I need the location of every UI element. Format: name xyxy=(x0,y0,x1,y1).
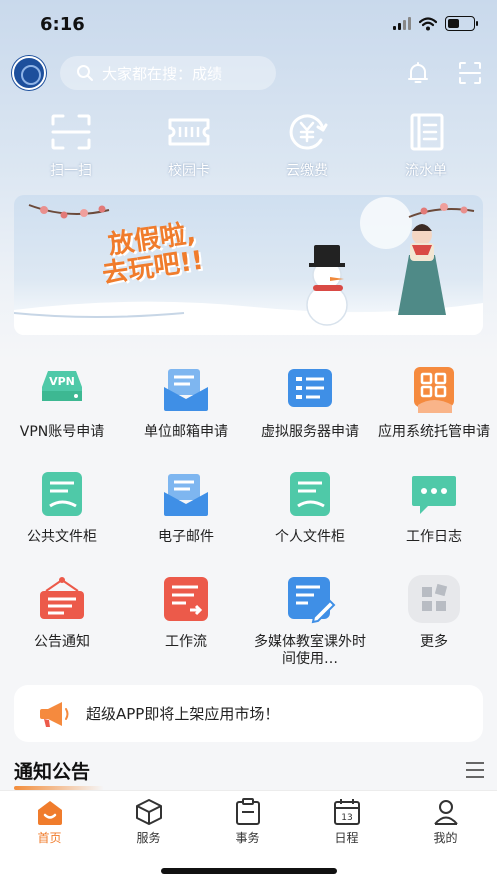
app-personal-files[interactable]: 个人文件柜 xyxy=(248,470,372,546)
scan-icon xyxy=(51,114,91,150)
app-multimedia-room[interactable]: 多媒体教室课外时间使用… xyxy=(248,575,372,668)
status-time: 6:16 xyxy=(40,14,85,35)
service-icon xyxy=(135,799,162,825)
quick-actions: 扫一扫 校园卡 云缴费 流水单 xyxy=(0,112,497,180)
tab-label: 服务 xyxy=(136,831,161,845)
app-label: 公告通知 xyxy=(34,634,90,650)
app-workflow[interactable]: 工作流 xyxy=(124,575,248,651)
work-log-icon xyxy=(412,476,456,514)
quick-item-campus-card[interactable]: 校园卡 xyxy=(139,112,239,180)
public-files-icon xyxy=(42,472,82,516)
quick-label: 校园卡 xyxy=(168,163,210,179)
app-mailbox-apply[interactable]: 单位邮箱申请 xyxy=(124,365,248,441)
virtual-server-icon xyxy=(288,369,332,407)
quick-label: 云缴费 xyxy=(286,163,328,179)
tab-calendar[interactable]: 13 日程 xyxy=(297,797,396,846)
payment-icon xyxy=(289,114,328,150)
tab-label: 事务 xyxy=(235,831,260,845)
search-placeholder: 大家都在搜：成绩 xyxy=(102,64,223,83)
app-label: 更多 xyxy=(420,634,448,650)
banner-illustration xyxy=(14,197,483,335)
app-grid: VPN VPN账号申请 单位邮箱申请 虚拟服务器申请 应用系统托管申请 公共文件… xyxy=(0,360,497,670)
profile-icon xyxy=(433,800,458,825)
mailbox-icon xyxy=(164,369,208,411)
top-bar: 大家都在搜：成绩 xyxy=(0,52,497,92)
affairs-icon xyxy=(235,798,260,825)
app-hosting-apply[interactable]: 应用系统托管申请 xyxy=(372,365,496,441)
menu-icon[interactable] xyxy=(464,760,486,780)
signal-icon xyxy=(393,17,411,30)
calendar-icon: 13 xyxy=(333,799,360,825)
quick-item-scan[interactable]: 扫一扫 xyxy=(21,112,121,180)
status-icons xyxy=(393,16,478,31)
app-label: 工作日志 xyxy=(406,529,462,545)
bell-icon[interactable] xyxy=(405,60,431,86)
home-indicator xyxy=(161,868,337,874)
app-label: 工作流 xyxy=(165,634,207,650)
school-logo xyxy=(12,56,46,90)
notice-bar[interactable]: 超级APP即将上架应用市场！ xyxy=(14,685,483,742)
tab-label: 首页 xyxy=(37,831,62,845)
app-virtual-server-apply[interactable]: 虚拟服务器申请 xyxy=(248,365,372,441)
scan-qr-icon[interactable] xyxy=(457,60,483,86)
app-announcement[interactable]: 公告通知 xyxy=(0,575,124,651)
winter-banner[interactable]: 放假啦, 去玩吧!! xyxy=(14,195,483,335)
banner-text: 放假啦, 去玩吧!! xyxy=(100,218,205,289)
search-bar[interactable]: 大家都在搜：成绩 xyxy=(60,56,276,90)
vpn-icon: VPN xyxy=(42,371,82,401)
email-icon xyxy=(164,474,208,516)
app-label: 应用系统托管申请 xyxy=(378,424,490,440)
tab-label: 我的 xyxy=(433,831,458,845)
battery-icon xyxy=(445,16,478,31)
multimedia-room-icon xyxy=(288,577,336,624)
app-work-log[interactable]: 工作日志 xyxy=(372,470,496,546)
search-icon xyxy=(77,65,93,81)
quick-label: 扫一扫 xyxy=(50,163,92,179)
app-hosting-icon xyxy=(414,367,454,413)
svg-text:VPN: VPN xyxy=(49,375,75,388)
wifi-icon xyxy=(419,16,437,30)
quick-item-statement[interactable]: 流水单 xyxy=(376,112,476,180)
svg-text:13: 13 xyxy=(341,813,352,823)
workflow-icon xyxy=(164,577,208,621)
tab-service[interactable]: 服务 xyxy=(99,797,198,846)
megaphone-icon xyxy=(40,701,69,727)
app-public-files[interactable]: 公共文件柜 xyxy=(0,470,124,546)
tab-label: 日程 xyxy=(334,831,359,845)
tab-affairs[interactable]: 事务 xyxy=(198,797,297,846)
app-label: VPN账号申请 xyxy=(19,424,105,440)
home-icon xyxy=(37,801,62,825)
quick-item-payment[interactable]: 云缴费 xyxy=(257,112,357,180)
app-email[interactable]: 电子邮件 xyxy=(124,470,248,546)
announcement-icon xyxy=(40,577,84,619)
app-label: 电子邮件 xyxy=(158,529,214,545)
app-label: 虚拟服务器申请 xyxy=(261,424,359,440)
notice-text: 超级APP即将上架应用市场！ xyxy=(86,705,280,723)
app-more[interactable]: 更多 xyxy=(372,575,496,651)
app-label: 个人文件柜 xyxy=(275,529,345,545)
personal-files-icon xyxy=(290,472,330,516)
status-bar: 6:16 xyxy=(0,0,497,48)
tab-profile[interactable]: 我的 xyxy=(396,797,495,846)
app-label: 单位邮箱申请 xyxy=(144,424,228,440)
section-title: 通知公告 xyxy=(14,761,91,783)
quick-label: 流水单 xyxy=(405,163,447,179)
more-icon xyxy=(408,575,460,623)
tab-home[interactable]: 首页 xyxy=(0,797,99,846)
app-vpn-apply[interactable]: VPN VPN账号申请 xyxy=(0,365,124,441)
campus-card-icon xyxy=(168,118,210,146)
statement-icon xyxy=(410,113,444,151)
app-label: 公共文件柜 xyxy=(27,529,97,545)
app-label: 多媒体教室课外时间使用… xyxy=(254,634,366,667)
